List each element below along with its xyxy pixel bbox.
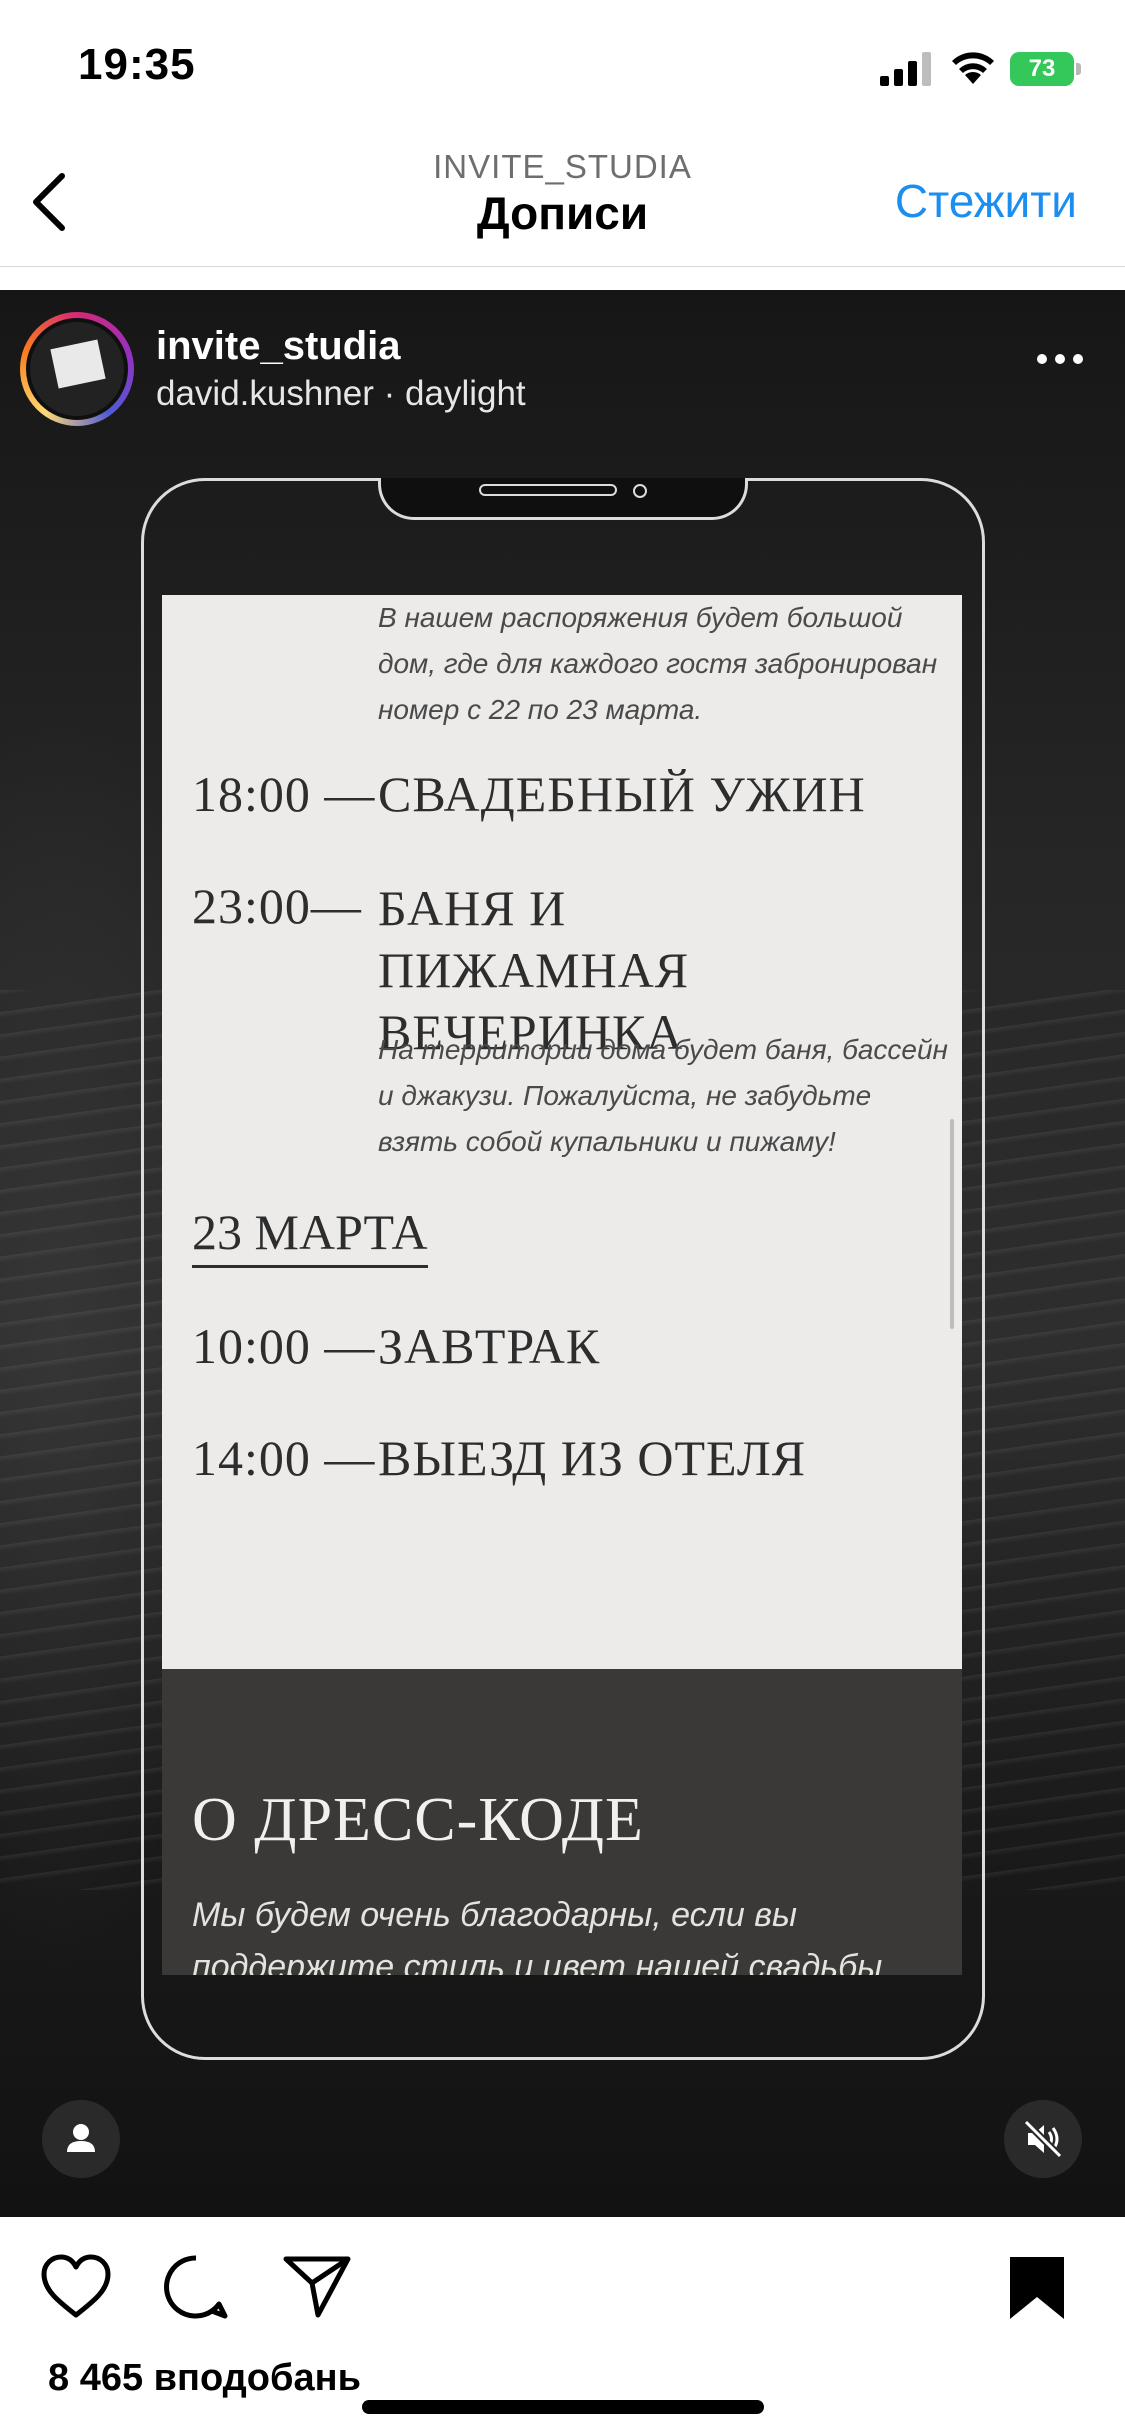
invite-paper: В нашем распоряжения будет большой дом, …	[162, 595, 962, 1669]
invite-intro-text: В нашем распоряжения будет большой дом, …	[378, 602, 938, 725]
event-name: ЗАВТРАК	[378, 1318, 601, 1374]
event-name: СВАДЕБНЫЙ УЖИН	[378, 766, 866, 822]
phone-speaker	[479, 484, 617, 496]
likes-count[interactable]: 8 465 вподобань	[48, 2357, 361, 2400]
share-icon[interactable]	[282, 2253, 352, 2319]
battery-tip	[1076, 63, 1081, 75]
post-media[interactable]: invite_studia david.kushner · daylight В…	[0, 290, 1125, 2217]
avatar[interactable]	[20, 312, 134, 426]
post-username[interactable]: invite_studia	[156, 324, 401, 369]
phone-camera	[633, 484, 647, 498]
event-time: 10:00 —	[192, 1318, 376, 1374]
invite-screen: В нашем распоряжения будет большой дом, …	[162, 595, 962, 2217]
status-time: 19:35	[78, 40, 196, 89]
status-bar: 19:35 73	[0, 0, 1125, 140]
signal-icon	[880, 52, 931, 86]
phone-notch	[378, 478, 748, 520]
battery-icon: 73	[1010, 52, 1082, 86]
wifi-icon	[952, 52, 994, 84]
user-icon[interactable]	[42, 2100, 120, 2178]
event-description: На территории дома будет баня, бассейн и…	[378, 1034, 948, 1157]
dress-code-section: О ДРЕСС-КОДЕ Мы будем очень благодарны, …	[162, 1669, 962, 1975]
dress-code-title: О ДРЕСС-КОДЕ	[192, 1786, 644, 1854]
home-indicator[interactable]	[362, 2400, 764, 2414]
more-dots-icon[interactable]	[1035, 352, 1085, 366]
mute-icon[interactable]	[1004, 2100, 1082, 2178]
post-audio-line[interactable]: david.kushner · daylight	[156, 374, 526, 414]
event-time: 18:00 —	[192, 766, 376, 822]
bookmark-icon[interactable]	[1006, 2253, 1068, 2323]
comment-icon[interactable]	[162, 2253, 230, 2321]
event-time: 14:00 —	[192, 1430, 376, 1486]
avatar-image	[26, 318, 128, 420]
event-time: 23:00—	[192, 878, 362, 934]
avatar-note-image	[50, 339, 106, 389]
nav-bar: INVITE_STUDIA Дописи Стежити	[0, 140, 1125, 267]
date-heading: 23 МАРТА	[192, 1203, 428, 1268]
event-name: ВЫЕЗД ИЗ ОТЕЛЯ	[378, 1430, 807, 1486]
battery-level: 73	[1010, 52, 1074, 86]
dress-code-text: Мы будем очень благодарны, если вы подде…	[192, 1896, 883, 1975]
scroll-indicator	[950, 1119, 954, 1329]
event-row: 10:00 —ЗАВТРАК	[192, 1317, 600, 1375]
follow-button[interactable]: Стежити	[895, 174, 1077, 228]
event-row: 18:00 —СВАДЕБНЫЙ УЖИН	[192, 765, 866, 823]
event-row: 14:00 —ВЫЕЗД ИЗ ОТЕЛЯ	[192, 1429, 806, 1487]
heart-icon[interactable]	[40, 2253, 112, 2319]
